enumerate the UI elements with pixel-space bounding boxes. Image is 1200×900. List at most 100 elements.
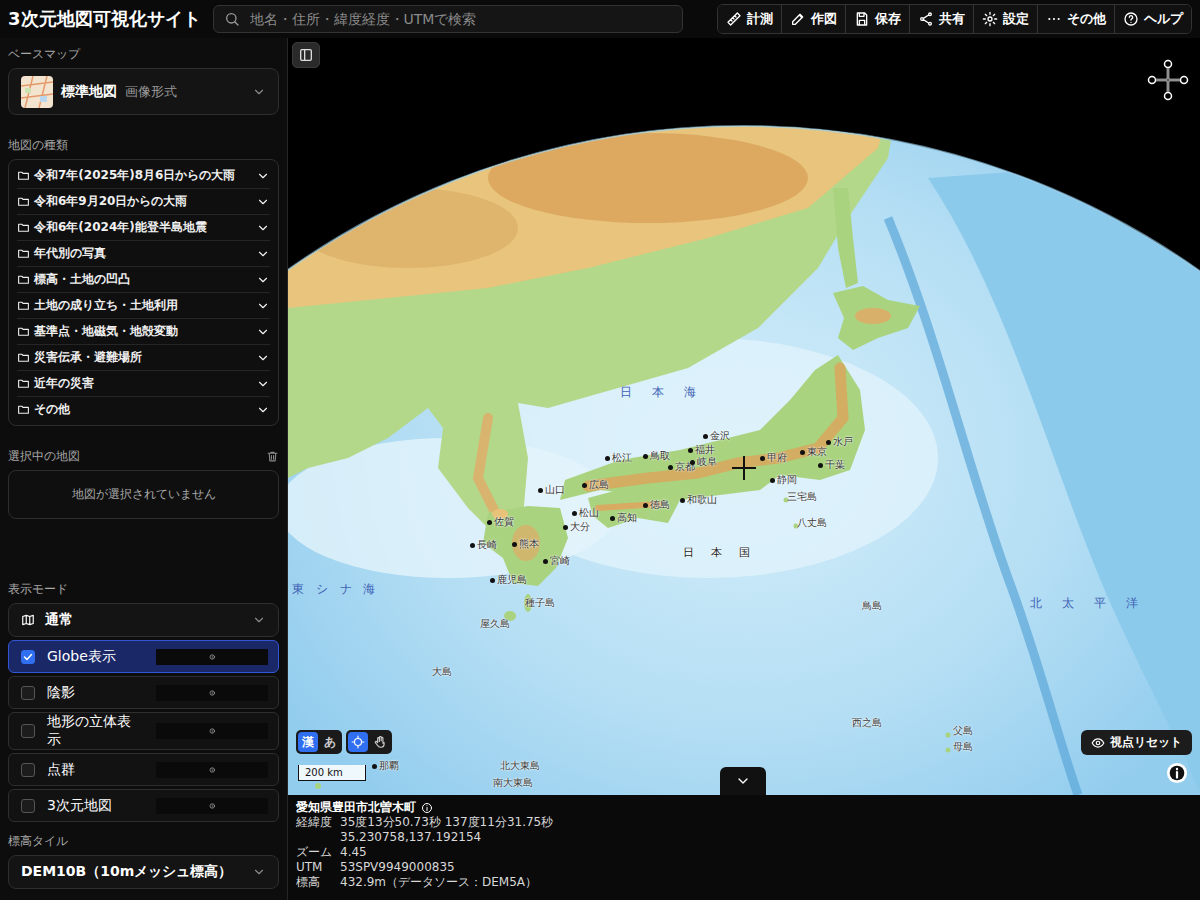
map-label[interactable]: 東京 (800, 446, 827, 458)
map-label[interactable]: 水戸 (826, 436, 853, 448)
display-option[interactable]: 地形の立体表示 (8, 712, 279, 750)
checkbox[interactable] (21, 724, 35, 738)
map-label[interactable]: 那覇 (372, 760, 399, 772)
map-label[interactable]: 種子島 (525, 597, 555, 609)
map-label[interactable]: 屋久島 (480, 618, 510, 630)
map-view[interactable]: 日 本 海北 太 平 洋 東 シ ナ 海 日 本 国 金沢福井松江鳥取山口 広島松山高知… (288, 38, 1200, 795)
map-label[interactable]: 鳥取 (643, 450, 670, 462)
map-label[interactable]: 鳥島 (862, 600, 882, 612)
display-option[interactable]: 陰影 (8, 676, 279, 709)
map-type-list: 令和7年(2025年)8月6日からの大雨令和6年9月20日からの大雨令和6年(2… (8, 159, 279, 426)
map-label[interactable]: 三宅島 (787, 491, 817, 503)
info-collapse-button[interactable] (720, 767, 766, 795)
ruler-icon (726, 11, 742, 27)
label-toggle-button[interactable]: あ (320, 732, 340, 752)
toolbar-button[interactable]: 共有 (909, 5, 973, 33)
map-label[interactable]: 大島 (432, 666, 452, 678)
display-option[interactable]: Globe表示 (8, 640, 279, 673)
map-label[interactable]: 日 本 海 (620, 385, 700, 399)
elevation-tile-select[interactable]: DEM10B（10mメッシュ標高） (8, 855, 279, 889)
toolbar-button[interactable]: 計測 (718, 5, 781, 33)
map-type-item[interactable]: 令和6年9月20日からの大雨 (17, 189, 270, 215)
display-mode-select[interactable]: 通常 (8, 603, 279, 637)
map-label[interactable]: 徳島 (643, 499, 670, 511)
toolbar: 計測作図保存共有設定その他ヘルプ (717, 4, 1192, 34)
map-label[interactable]: 八丈島 (797, 517, 827, 529)
map-label[interactable]: 山口 (538, 484, 565, 496)
map-label[interactable]: 千葉 (818, 459, 845, 471)
sidebar-toggle-button[interactable] (292, 42, 320, 68)
checkbox[interactable] (21, 650, 35, 664)
map-label[interactable]: 高知 (610, 512, 637, 524)
toolbar-button[interactable]: その他 (1037, 5, 1114, 33)
map-label[interactable]: 父島 (953, 725, 973, 737)
map-label[interactable]: 西之島 (852, 717, 882, 729)
map-type-item[interactable]: 土地の成り立ち・土地利用 (17, 293, 270, 319)
pick-mode-button[interactable] (370, 732, 390, 752)
toolbar-button[interactable]: 保存 (845, 5, 909, 33)
globe-map[interactable] (288, 38, 1200, 795)
reset-view-button[interactable]: 視点リセット (1081, 730, 1192, 755)
map-label[interactable]: 長崎 (470, 539, 497, 551)
map-type-item[interactable]: 災害伝承・避難場所 (17, 345, 270, 371)
basemap-thumbnail-icon (21, 76, 53, 108)
toolbar-button[interactable]: 設定 (973, 5, 1037, 33)
map-icon (21, 613, 35, 627)
map-type-item[interactable]: 年代別の写真 (17, 241, 270, 267)
info-icon[interactable] (156, 723, 269, 739)
pick-mode-button[interactable] (348, 732, 368, 752)
map-label[interactable]: 福井 (688, 444, 715, 456)
map-label[interactable]: 大分 (563, 521, 590, 533)
save-icon (854, 11, 870, 27)
map-label[interactable]: 南大東島 (493, 777, 533, 789)
info-icon[interactable] (156, 762, 269, 778)
label-toggle-button[interactable]: 漢 (298, 732, 318, 752)
map-type-item[interactable]: 令和7年(2025年)8月6日からの大雨 (17, 163, 270, 189)
info-icon[interactable] (156, 685, 269, 701)
info-icon[interactable] (156, 649, 269, 665)
map-label[interactable]: 東 シ ナ 海 (292, 582, 379, 596)
navigation-compass-icon[interactable] (1146, 58, 1190, 102)
attribution-info-icon[interactable] (1166, 762, 1188, 784)
map-type-item[interactable]: その他 (17, 397, 270, 422)
trash-icon[interactable] (266, 450, 279, 463)
map-label[interactable]: 松山 (572, 507, 599, 519)
map-label[interactable]: 松江 (605, 452, 632, 464)
display-option[interactable]: 3次元地図 (8, 789, 279, 822)
basemap-select[interactable]: 標準地図画像形式 (8, 68, 279, 115)
map-type-item[interactable]: 標高・土地の凹凸 (17, 267, 270, 293)
chevron-down-icon (256, 195, 270, 209)
toolbar-button[interactable]: 作図 (781, 5, 845, 33)
checkbox[interactable] (21, 799, 35, 813)
map-label[interactable]: 北大東島 (500, 760, 540, 772)
site-title[interactable]: 3次元地図可視化サイト (8, 7, 201, 31)
toolbar-button[interactable]: ヘルプ (1114, 5, 1191, 33)
map-label[interactable]: 鹿児島 (490, 574, 527, 586)
search-input[interactable] (248, 10, 672, 28)
map-label[interactable]: 北 太 平 洋 (1030, 596, 1142, 610)
map-label[interactable]: 広島 (582, 479, 609, 491)
map-label[interactable]: 金沢 (703, 430, 730, 442)
map-label[interactable]: 和歌山 (680, 494, 717, 506)
folder-icon (17, 403, 30, 416)
place-name: 愛知県豊田市北曽木町 (296, 800, 1192, 815)
display-option[interactable]: 点群 (8, 753, 279, 786)
sidebar-icon (298, 47, 314, 63)
checkbox[interactable] (21, 686, 35, 700)
map-label[interactable]: 宮崎 (543, 555, 570, 567)
checkbox[interactable] (21, 763, 35, 777)
search-box[interactable] (213, 5, 683, 33)
info-icon[interactable] (156, 798, 269, 814)
map-type-item[interactable]: 令和6年(2024年)能登半島地震 (17, 215, 270, 241)
map-label[interactable]: 日 本 国 (683, 546, 753, 559)
info-icon[interactable] (421, 802, 433, 814)
folder-icon (17, 299, 30, 312)
map-type-item[interactable]: 基準点・地磁気・地殻変動 (17, 319, 270, 345)
map-label[interactable]: 佐賀 (487, 516, 514, 528)
map-label[interactable]: 甲府 (760, 452, 787, 464)
map-label[interactable]: 静岡 (770, 474, 797, 486)
map-type-item[interactable]: 近年の災害 (17, 371, 270, 397)
map-label[interactable]: 熊本 (512, 538, 539, 550)
map-label[interactable]: 母島 (953, 741, 973, 753)
map-label[interactable]: 岐阜 (690, 456, 717, 468)
